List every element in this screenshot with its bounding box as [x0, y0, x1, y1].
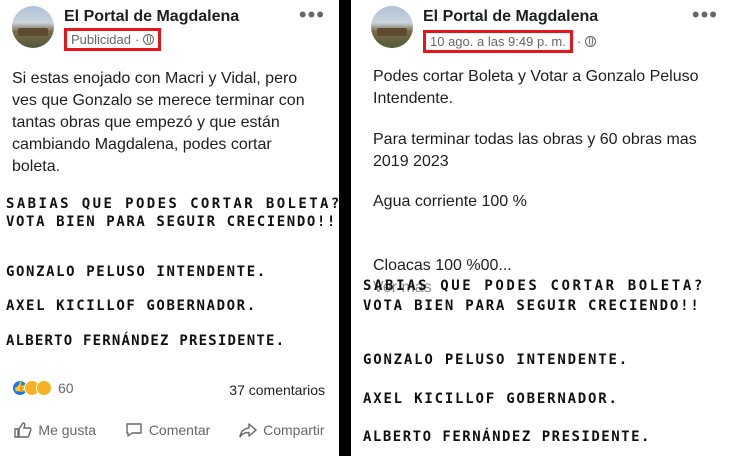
reaction-count: 60 [58, 380, 74, 396]
thumbs-up-icon [14, 422, 32, 438]
post-text-line: Intendente. [373, 90, 454, 107]
shout-line: VOTA BIEN PARA SEGUIR CRECIENDO!! [6, 214, 337, 230]
share-arrow-icon [239, 423, 257, 438]
shout-line: ALBERTO FERNÁNDEZ PRESIDENTE. [363, 429, 651, 445]
post-header: El Portal de Magdalena 10 ago. a las 9:4… [371, 4, 722, 53]
shout-line: SABIAS QUE PODES CORTAR BOLETA? [363, 278, 705, 294]
timestamp[interactable]: 10 ago. a las 9:49 p. m. [430, 34, 566, 49]
like-button[interactable]: Me gusta [14, 422, 96, 438]
page-avatar[interactable] [371, 6, 413, 48]
comment-bubble-icon [126, 423, 142, 437]
globe-icon [585, 36, 597, 47]
left-post: El Portal de Magdalena Publicidad · ••• … [0, 0, 339, 456]
page-avatar[interactable] [12, 6, 54, 48]
post-text-line: 2019 2023 [373, 153, 449, 170]
post-meta: Publicidad · [64, 28, 162, 51]
right-post: El Portal de Magdalena 10 ago. a las 9:4… [351, 0, 730, 456]
shout-line: GONZALO PELUSO INTENDENTE. [363, 352, 629, 368]
highlight-box: 10 ago. a las 9:49 p. m. [423, 30, 573, 53]
share-label: Compartir [263, 422, 325, 438]
post-meta: 10 ago. a las 9:49 p. m. · [423, 30, 597, 53]
more-options-icon[interactable]: ••• [692, 4, 718, 26]
post-header: El Portal de Magdalena Publicidad · ••• [12, 4, 331, 52]
comment-button[interactable]: Comentar [125, 422, 210, 438]
highlight-box: Publicidad · [64, 28, 162, 51]
meta-separator: · [576, 34, 582, 49]
post-text-line: Para terminar todas las obras y 60 obras… [373, 131, 697, 148]
post-text-line: Agua corriente 100 % [373, 193, 527, 210]
shout-line: GONZALO PELUSO INTENDENTE. [6, 264, 267, 280]
truncated-line: Cloacas 100 %00... [373, 257, 512, 274]
post-text-line: Podes cortar Boleta y Votar a Gonzalo Pe… [373, 68, 699, 85]
shout-line: AXEL KICILLOF GOBERNADOR. [363, 391, 619, 407]
page-name[interactable]: El Portal de Magdalena [423, 8, 598, 26]
meta-separator: · [135, 32, 140, 47]
like-label: Me gusta [38, 422, 96, 438]
wow-reaction-icon [36, 380, 52, 396]
action-bar: Me gusta Comentar Compartir [0, 422, 339, 438]
comment-label: Comentar [148, 422, 211, 438]
share-button[interactable]: Compartir [239, 422, 325, 438]
shout-line: SABIAS QUE PODES CORTAR BOLETA? [6, 196, 339, 212]
reactions-summary[interactable]: 👍 60 [12, 380, 74, 396]
sponsored-label[interactable]: Publicidad [71, 32, 131, 47]
shout-line: AXEL KICILLOF GOBERNADOR. [6, 298, 257, 314]
more-options-icon[interactable]: ••• [299, 4, 325, 26]
shout-line: VOTA BIEN PARA SEGUIR CRECIENDO!! [363, 298, 701, 314]
page-name[interactable]: El Portal de Magdalena [64, 8, 239, 26]
comments-count[interactable]: 37 comentarios [229, 382, 325, 398]
globe-icon [143, 34, 155, 45]
post-text: Si estas enojado con Macri y Vidal, pero… [12, 70, 305, 175]
shout-line: ALBERTO FERNÁNDEZ PRESIDENTE. [6, 333, 286, 349]
